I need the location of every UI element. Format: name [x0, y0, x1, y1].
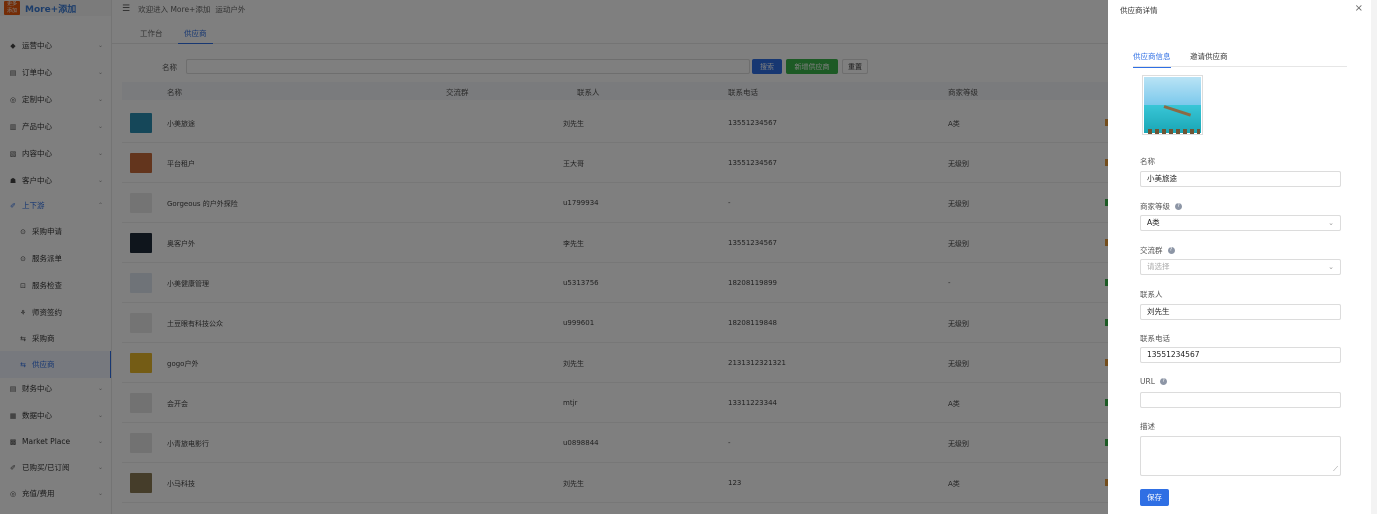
tab-supplier-info[interactable]: 供应商信息 [1133, 51, 1171, 68]
contact-field[interactable]: 刘先生 [1140, 304, 1341, 320]
help-icon[interactable]: ? [1167, 247, 1175, 254]
supplier-detail-drawer: 供应商详情 × 供应商信息 邀请供应商 名称 小美旅途 商家等级? A类 ⌄ 交流… [1108, 0, 1377, 514]
resize-handle-icon[interactable]: ⟋ [1333, 465, 1338, 474]
description-label: 描述 [1140, 422, 1155, 431]
name-field[interactable]: 小美旅途 [1140, 171, 1341, 187]
contact-label: 联系人 [1140, 290, 1163, 299]
phone-field[interactable]: 13551234567 [1140, 347, 1341, 363]
help-icon[interactable]: ? [1175, 203, 1182, 210]
help-icon[interactable]: ? [1159, 378, 1167, 385]
description-textarea[interactable]: ⟋ [1140, 436, 1341, 476]
modal-overlay[interactable] [0, 0, 1108, 514]
level-label: 商家等级? [1140, 201, 1182, 212]
save-button[interactable]: 保存 [1140, 489, 1169, 506]
drawer-scrollbar[interactable] [1371, 0, 1377, 514]
phone-label: 联系电话 [1140, 334, 1170, 343]
name-label: 名称 [1140, 157, 1155, 166]
url-label: URL? [1140, 377, 1167, 386]
chevron-down-icon: ⌄ [1328, 263, 1334, 271]
drawer-tabs: 供应商信息 邀请供应商 [1133, 49, 1347, 68]
level-select[interactable]: A类 ⌄ [1140, 215, 1341, 231]
group-label: 交流群? [1140, 245, 1175, 256]
chevron-down-icon: ⌄ [1328, 219, 1334, 227]
group-select[interactable]: 请选择 ⌄ [1140, 259, 1341, 275]
tab-invite-supplier[interactable]: 邀请供应商 [1190, 51, 1228, 62]
close-icon[interactable]: × [1355, 3, 1363, 14]
supplier-image[interactable] [1142, 75, 1203, 135]
drawer-title: 供应商详情 [1120, 6, 1158, 15]
url-field[interactable] [1140, 392, 1341, 408]
